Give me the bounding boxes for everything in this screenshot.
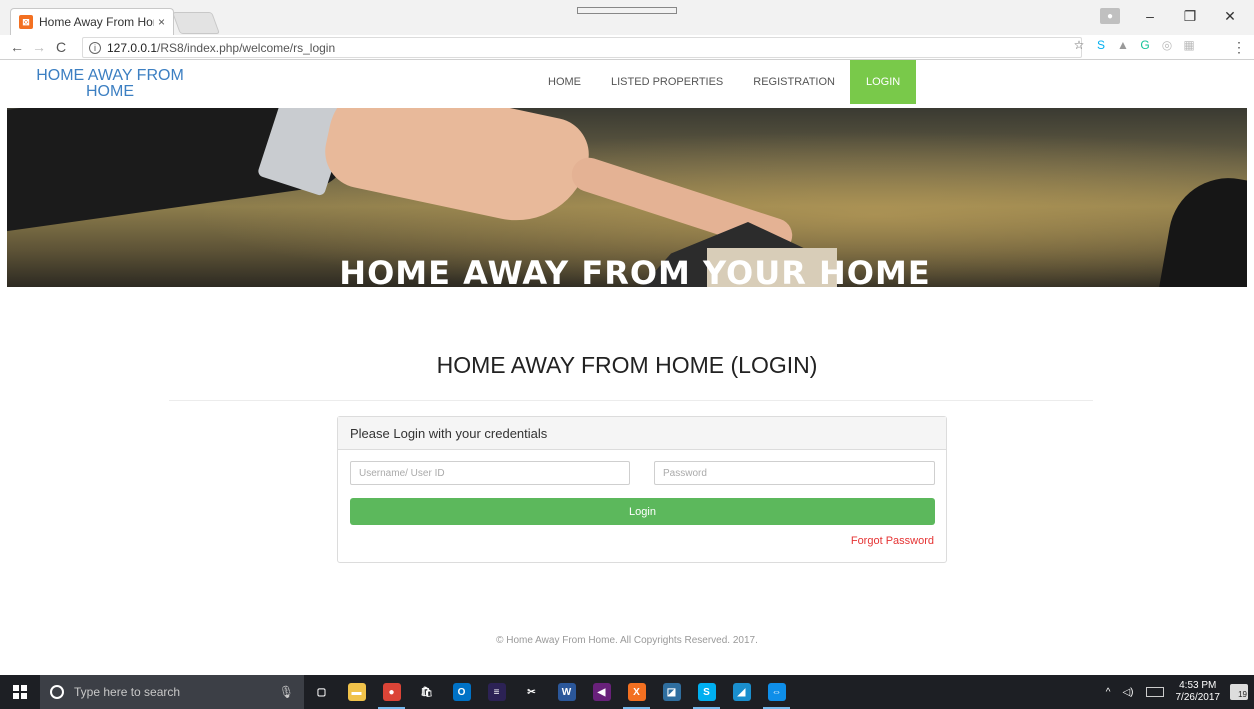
visual-studio-icon-glyph: ◀: [592, 683, 611, 701]
site-navbar: HOME AWAY FROM HOME HOME LISTED PROPERTI…: [0, 60, 1254, 108]
microphone-icon[interactable]: 🎙: [279, 685, 294, 699]
outlook-icon-glyph: O: [452, 683, 471, 701]
volume-icon[interactable]: ◁): [1122, 687, 1133, 698]
eclipse-icon[interactable]: ≡: [479, 675, 514, 709]
database-icon[interactable]: ◪: [654, 675, 689, 709]
hero-banner: HOME AWAY FROM YOUR HOME: [7, 108, 1247, 287]
login-panel: Please Login with your credentials Login…: [337, 416, 947, 563]
teamviewer-icon[interactable]: ⇔: [759, 675, 794, 709]
window-controls: ● – ❐ ✕: [1092, 4, 1248, 28]
start-button[interactable]: [0, 675, 40, 709]
footer-copyright: © Home Away From Home. All Copyrights Re…: [496, 635, 758, 646]
tools-icon-glyph: ✂: [527, 686, 536, 698]
tools-icon[interactable]: ✂: [514, 675, 549, 709]
xampp-icon-glyph: X: [627, 683, 646, 701]
chrome-icon-glyph: ●: [382, 683, 401, 701]
keyboard-icon[interactable]: [1145, 687, 1164, 697]
close-window-button[interactable]: ✕: [1212, 4, 1248, 28]
store-icon[interactable]: 🛍: [409, 675, 444, 709]
login-panel-heading: Please Login with your credentials: [338, 417, 946, 450]
teamviewer-icon-glyph: ⇔: [767, 683, 786, 701]
chrome-menu-icon[interactable]: ⋮: [1228, 39, 1250, 56]
new-tab-button[interactable]: [171, 12, 221, 34]
show-hidden-icons-icon[interactable]: ^: [1106, 687, 1111, 698]
clock-time: 4:53 PM: [1179, 680, 1217, 691]
extension-icon[interactable]: ◎: [1160, 38, 1174, 52]
window-drag-handle[interactable]: [577, 7, 677, 14]
nav-listed-properties[interactable]: LISTED PROPERTIES: [596, 60, 738, 104]
tab-close-icon[interactable]: ×: [158, 15, 165, 29]
action-center-icon[interactable]: 19: [1230, 684, 1248, 700]
photos-icon[interactable]: ◢: [724, 675, 759, 709]
back-button[interactable]: ←: [6, 39, 28, 55]
taskbar-search-placeholder: Type here to search: [74, 685, 181, 699]
site-brand[interactable]: HOME AWAY FROM HOME: [20, 68, 200, 100]
login-button[interactable]: Login: [350, 498, 935, 525]
outlook-icon[interactable]: O: [444, 675, 479, 709]
task-view-icon[interactable]: ▢: [304, 675, 339, 709]
url-path: /RS8/index.php/welcome/rs_login: [157, 40, 336, 55]
skype-business-icon[interactable]: S: [689, 675, 724, 709]
database-icon-glyph: ◪: [662, 683, 681, 701]
forgot-password-link[interactable]: Forgot Password: [851, 535, 934, 547]
browser-tab-strip: ⊠ Home Away From Home × ● – ❐ ✕: [0, 0, 1254, 35]
skype-icon[interactable]: S: [1094, 38, 1108, 52]
word-icon-glyph: W: [557, 683, 576, 701]
taskbar-clock[interactable]: 4:53 PM 7/26/2017: [1176, 680, 1221, 704]
file-explorer-icon[interactable]: ▬: [339, 675, 374, 709]
hero-heading: HOME AWAY FROM YOUR HOME: [339, 254, 931, 287]
nav-links: HOME LISTED PROPERTIES REGISTRATION LOGI…: [533, 60, 917, 104]
grammarly-icon[interactable]: G: [1138, 38, 1152, 52]
file-explorer-icon-glyph: ▬: [347, 683, 366, 701]
visual-studio-icon[interactable]: ◀: [584, 675, 619, 709]
site-info-icon[interactable]: i: [89, 41, 101, 54]
address-bar[interactable]: i 127.0.0.1/RS8/index.php/welcome/rs_log…: [82, 37, 1082, 58]
password-input[interactable]: [654, 461, 935, 485]
cortana-icon: [50, 685, 64, 699]
bookmark-star-icon[interactable]: ☆: [1072, 38, 1086, 52]
nav-registration[interactable]: REGISTRATION: [738, 60, 850, 104]
skype-business-icon-glyph: S: [697, 683, 716, 701]
xampp-icon[interactable]: X: [619, 675, 654, 709]
eclipse-icon-glyph: ≡: [487, 683, 506, 701]
minimize-button[interactable]: –: [1132, 4, 1168, 28]
drive-icon[interactable]: ▲: [1116, 38, 1130, 52]
reload-button[interactable]: C: [50, 39, 72, 55]
taskbar-search-box[interactable]: Type here to search 🎙: [40, 675, 304, 709]
forward-button[interactable]: →: [28, 39, 50, 55]
page-title: HOME AWAY FROM HOME (LOGIN): [436, 352, 818, 378]
url-host: 127.0.0.1: [107, 40, 158, 55]
taskbar-apps: ▢ ▬ ● 🛍 O ≡ ✂ W ◀ X ◪ S ◢ ⇔: [304, 675, 794, 709]
extension2-icon[interactable]: ▦: [1182, 38, 1196, 52]
xampp-favicon-icon: ⊠: [19, 15, 33, 29]
word-icon[interactable]: W: [549, 675, 584, 709]
username-input[interactable]: [350, 461, 630, 485]
restore-button[interactable]: ❐: [1172, 4, 1208, 28]
photos-icon-glyph: ◢: [732, 683, 751, 701]
extension-icons: ☆ S ▲ G ◎ ▦: [1072, 38, 1196, 52]
chrome-icon[interactable]: ●: [374, 675, 409, 709]
divider: [169, 400, 1093, 401]
system-tray: ^ ◁) 4:53 PM 7/26/2017 19: [1106, 675, 1254, 709]
nav-home[interactable]: HOME: [533, 60, 596, 104]
nav-login[interactable]: LOGIN: [849, 60, 917, 104]
browser-toolbar: ← → C i 127.0.0.1/RS8/index.php/welcome/…: [0, 35, 1254, 60]
windows-taskbar: Type here to search 🎙 ▢ ▬ ● 🛍 O ≡ ✂ W ◀ X ◪ S ◢ ⇔ ^ ◁…: [0, 675, 1254, 709]
profile-icon[interactable]: ●: [1100, 8, 1120, 24]
store-icon-glyph: 🛍: [420, 686, 433, 698]
windows-logo-icon: [13, 685, 27, 699]
task-view-icon-glyph: ▢: [316, 686, 327, 698]
browser-tab[interactable]: ⊠ Home Away From Home ×: [10, 8, 174, 35]
tab-title: Home Away From Home: [39, 15, 154, 29]
clock-date: 7/26/2017: [1175, 692, 1221, 703]
